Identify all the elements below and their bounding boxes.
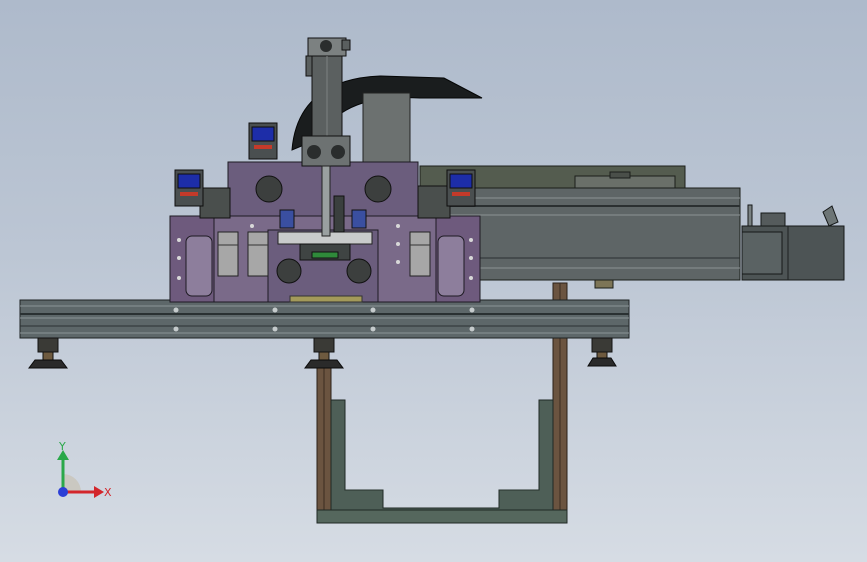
z-axis-dot [58, 487, 68, 497]
main-rail[interactable] [19, 299, 630, 339]
cad-model-view[interactable] [0, 0, 867, 562]
channel-base [316, 509, 568, 524]
x-axis-label: X [104, 486, 112, 499]
graphics-viewport[interactable]: Y X [0, 0, 867, 562]
axis-triad: Y X [57, 440, 112, 499]
linear-actuator[interactable] [419, 165, 845, 289]
pressure-gauge-top [248, 122, 278, 160]
right-bracket [417, 185, 451, 219]
pressure-gauge-left [174, 169, 204, 207]
pressure-gauge-right [446, 169, 476, 207]
y-axis-label: Y [58, 440, 66, 453]
left-bracket [199, 187, 231, 219]
u-channel [330, 399, 554, 511]
x-axis-arrow [94, 486, 104, 498]
upper-housing [362, 92, 411, 166]
leveling-feet [28, 337, 617, 369]
servo-motor [741, 204, 845, 281]
